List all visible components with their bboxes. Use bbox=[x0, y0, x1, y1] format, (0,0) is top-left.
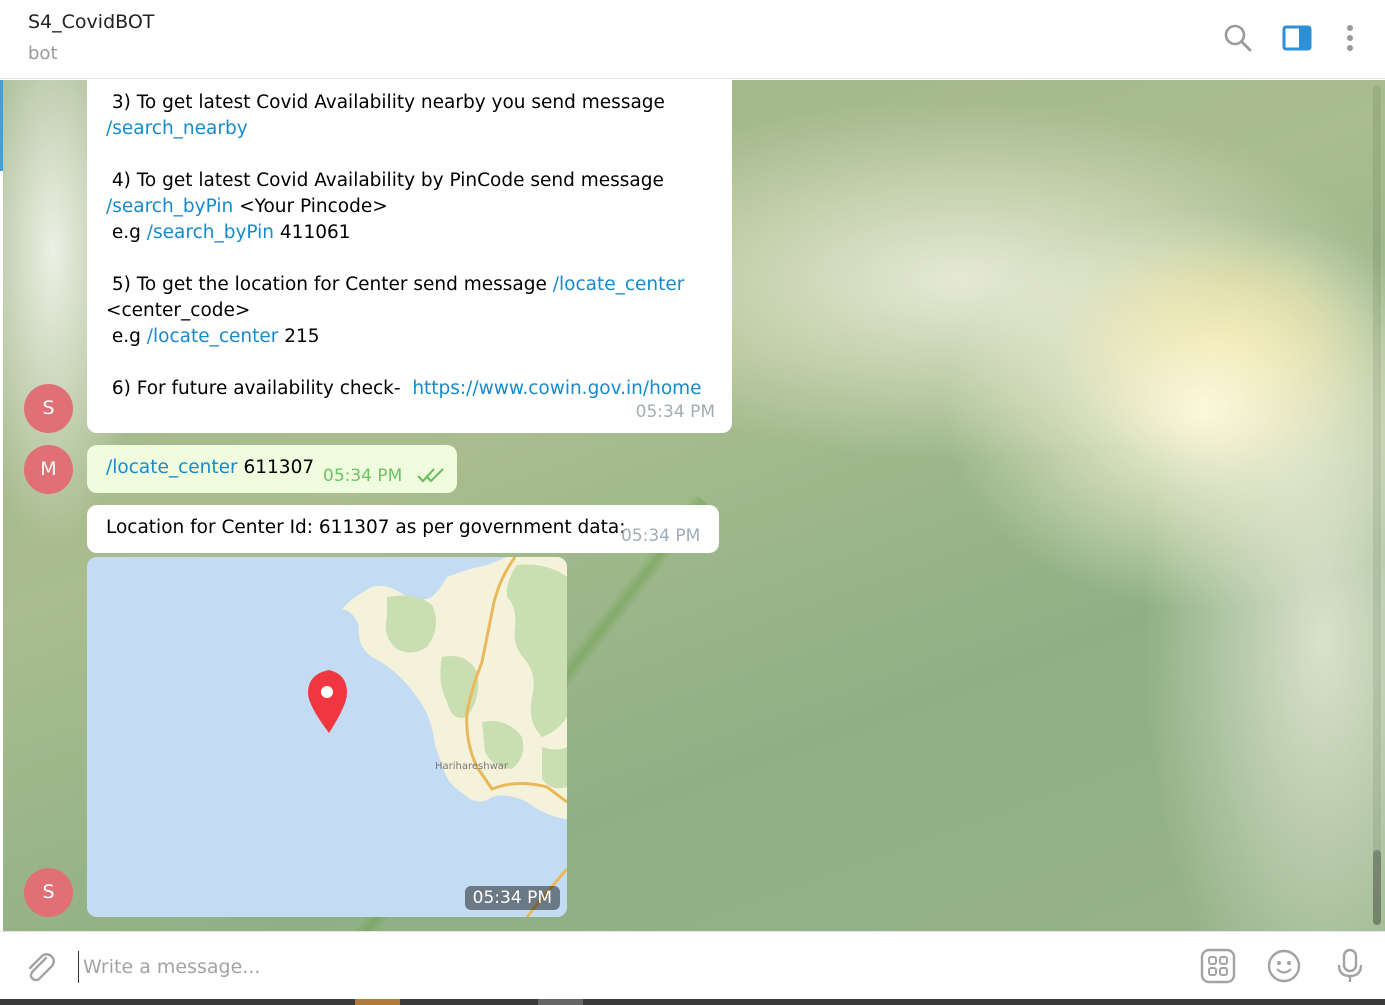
message-bubble-help[interactable]: 3) To get latest Covid Availability near… bbox=[87, 80, 732, 433]
scrollbar-thumb[interactable] bbox=[1373, 850, 1381, 925]
message-text: 6) For future availability check- bbox=[106, 378, 413, 399]
message-time: 05:34 PM bbox=[635, 402, 715, 422]
avatar[interactable]: S bbox=[24, 868, 73, 917]
command-link[interactable]: /locate_center bbox=[553, 274, 685, 295]
active-indicator bbox=[0, 80, 3, 171]
message-text: Location for Center Id: 611307 as per go… bbox=[106, 517, 626, 538]
avatar[interactable]: S bbox=[24, 384, 73, 433]
message-time: 05:34 PM bbox=[323, 466, 403, 486]
search-icon[interactable] bbox=[1222, 22, 1254, 54]
message-line: 4) To get latest Covid Availability by P… bbox=[106, 170, 664, 191]
taskbar-strip bbox=[0, 999, 1385, 1005]
avatar[interactable]: M bbox=[24, 445, 73, 494]
command-link[interactable]: /search_byPin bbox=[106, 196, 233, 217]
message-line: 3) To get latest Covid Availability near… bbox=[106, 92, 665, 113]
message-time: 05:34 PM bbox=[621, 526, 701, 546]
map-image bbox=[87, 557, 567, 917]
sidebar-toggle-icon[interactable] bbox=[1281, 22, 1313, 54]
message-input[interactable] bbox=[78, 951, 1175, 983]
message-time: 05:34 PM bbox=[464, 886, 560, 910]
message-text: 5) To get the location for Center send m… bbox=[106, 274, 553, 295]
map-label: Harihareshwar bbox=[435, 761, 509, 772]
chat-header: S4_CovidBOT bot bbox=[0, 0, 1385, 79]
attach-icon[interactable] bbox=[22, 949, 58, 985]
command-link[interactable]: /locate_center bbox=[147, 326, 279, 347]
chat-subtitle: bot bbox=[28, 43, 58, 64]
url-link[interactable]: https://www.cowin.gov.in/home bbox=[412, 378, 701, 399]
more-vertical-icon[interactable] bbox=[1334, 22, 1366, 54]
command-link[interactable]: /search_nearby bbox=[106, 118, 248, 139]
chat-title[interactable]: S4_CovidBOT bbox=[28, 11, 154, 33]
message-bubble-location-text[interactable]: Location for Center Id: 611307 as per go… bbox=[87, 505, 719, 553]
message-text: e.g bbox=[106, 326, 147, 347]
message-text: 611307 bbox=[237, 457, 315, 478]
command-link[interactable]: /search_byPin bbox=[147, 222, 274, 243]
message-text: 215 bbox=[278, 326, 320, 347]
double-check-icon bbox=[417, 465, 447, 491]
taskbar-item[interactable] bbox=[538, 999, 583, 1005]
message-line: <center_code> bbox=[106, 300, 251, 321]
message-text: e.g bbox=[106, 222, 147, 243]
emoji-icon[interactable] bbox=[1266, 948, 1302, 984]
microphone-icon[interactable] bbox=[1332, 948, 1368, 984]
taskbar-item[interactable] bbox=[355, 999, 400, 1005]
message-bubble-outgoing[interactable]: /locate_center 611307 05:34 PM bbox=[87, 445, 457, 493]
message-text: <Your Pincode> bbox=[233, 196, 388, 217]
bot-commands-icon[interactable] bbox=[1200, 948, 1236, 984]
scrollbar-track[interactable] bbox=[1373, 85, 1381, 925]
message-text: 411061 bbox=[274, 222, 351, 243]
command-link[interactable]: /locate_center bbox=[106, 457, 238, 478]
location-map[interactable]: Harihareshwar 05:34 PM bbox=[87, 557, 567, 917]
